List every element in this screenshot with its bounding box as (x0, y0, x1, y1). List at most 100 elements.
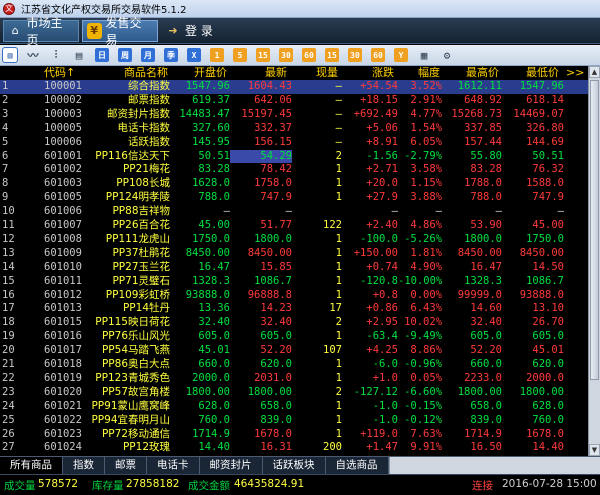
table-row[interactable]: 5 100006 话跃指数 145.95 156.15 — +8.91 6.05% 157.44… (0, 136, 588, 150)
week-button[interactable]: 周 (118, 48, 132, 62)
table-row[interactable]: 14 601010 PP27玉兰花 16.47 15.85 1 +0.74 4.90% 16.4… (0, 261, 588, 275)
cell-name: PP86奥白大点 (101, 358, 170, 370)
period-15b-button[interactable]: 15 (325, 48, 339, 62)
home-icon: ⌂ (11, 24, 19, 37)
season-button[interactable]: 季 (164, 48, 178, 62)
cell-code: 601019 (44, 371, 82, 384)
bottom-tab[interactable]: 话跃板块 (262, 457, 326, 474)
bottom-tab[interactable]: 指数 (63, 457, 105, 474)
cell-high: 52.20 (470, 344, 502, 357)
cell-open: 327.60 (192, 121, 230, 134)
table-row[interactable]: 6 601001 PP116信达天下 50.51 54.29 2 -1.56 -2.79% 55… (0, 149, 588, 164)
scroll-thumb[interactable] (590, 80, 599, 380)
col-pct[interactable]: 幅度 (418, 66, 440, 80)
bottom-tab[interactable]: 邮资封片 (199, 457, 263, 474)
cell-last: 642.06 (254, 93, 292, 106)
period-30b-button[interactable]: 30 (348, 48, 362, 62)
cell-percent: -0.12% (404, 413, 442, 426)
cell-percent: 3.88% (410, 191, 442, 204)
table-row[interactable]: 21 601018 PP86奥白大点 660.0 620.0 1 -6.0 -0.96% 660… (0, 358, 588, 372)
cell-high: 337.85 (464, 121, 502, 134)
bottom-tab[interactable]: 自选商品 (325, 457, 389, 474)
cell-low: 14.50 (532, 260, 564, 273)
cell-open: 45.01 (198, 344, 230, 357)
cell-change: +8.91 (366, 135, 398, 148)
sheet-icon[interactable]: ▦ (417, 48, 431, 62)
table-row[interactable]: 16 601012 PP109彩虹桥 93888.0 96888.8 1 +0.8 0.00%… (0, 289, 588, 303)
table-row[interactable]: 8 601003 PP108长城 1628.0 1758.0 1 +20.0 1.15% 178… (0, 177, 588, 191)
table-row[interactable]: 26 601023 PP72移动通信 1714.9 1678.0 1 +119.0 7.63%… (0, 428, 588, 442)
vertical-scrollbar[interactable]: ▲ ▼ (588, 66, 600, 456)
table-row[interactable]: 17 601013 PP14牡丹 13.36 14.23 17 +0.86 6.43% 14.6… (0, 302, 588, 316)
login-button[interactable]: ➜ 登 录 (161, 20, 223, 42)
cell-code: 601015 (44, 316, 82, 329)
table-row[interactable]: 27 601024 PP12玫瑰 14.40 16.31 200 +1.47 9.91% 16.… (0, 441, 588, 455)
col-code[interactable]: 代码↑ (44, 66, 75, 80)
cell-volume: 2 (335, 149, 342, 162)
period-15-button[interactable]: 15 (256, 48, 270, 62)
col-name[interactable]: 商品名称 (124, 66, 168, 80)
row-index: 24 (2, 399, 15, 412)
table-row[interactable]: 9 601005 PP124明孝陵 788.0 747.9 1 +27.9 3.88% 788.… (0, 191, 588, 205)
day-button[interactable]: 日 (95, 48, 109, 62)
cell-percent: 3.58% (410, 163, 442, 176)
col-high[interactable]: 最高价 (466, 66, 499, 80)
cell-low: 605.0 (532, 330, 564, 343)
stock-value: 27858182 (126, 478, 180, 490)
x-button[interactable]: X (187, 48, 201, 62)
table-row[interactable]: 11 601007 PP26百合花 45.00 51.77 122 +2.40 4.86% 53… (0, 219, 588, 233)
cell-percent: -9.49% (404, 330, 442, 343)
col-last[interactable]: 最新 (265, 66, 287, 80)
cell-last: 156.15 (254, 135, 292, 148)
table-row[interactable]: 7 601002 PP21梅花 83.28 78.42 1 +2.71 3.58% 83.28 7… (0, 163, 588, 177)
more-columns-button[interactable]: >> (566, 66, 584, 80)
cell-open: 145.95 (192, 135, 230, 148)
table-row[interactable]: 15 601011 PP71灵璧石 1328.3 1086.7 1 -120.8 -10.00… (0, 275, 588, 289)
table-row[interactable]: 3 100003 邮资封片指数 14483.47 15197.45 — +692.49 4.7… (0, 108, 588, 122)
table-row[interactable]: 19 601016 PP76乐山风光 605.0 605.0 1 -63.4 -9.49% 60… (0, 330, 588, 344)
y-button[interactable]: Y (394, 48, 408, 62)
period-30-button[interactable]: 30 (279, 48, 293, 62)
bottom-tab[interactable]: 电话卡 (147, 457, 200, 474)
col-open[interactable]: 开盘价 (194, 66, 227, 80)
col-chg[interactable]: 涨跌 (372, 66, 394, 80)
month-button[interactable]: 月 (141, 48, 155, 62)
col-low[interactable]: 最低价 (526, 66, 559, 80)
cell-name: PP71灵璧石 (112, 274, 170, 287)
table-row[interactable]: 23 601020 PP57故宫角楼 1800.00 1800.00 2 -127.12 -6… (0, 386, 588, 400)
col-vol[interactable]: 现量 (316, 66, 338, 80)
period-60b-button[interactable]: 60 (371, 48, 385, 62)
row-index: 9 (2, 191, 9, 204)
gear-icon[interactable]: ⚙ (440, 48, 454, 62)
cell-open: 14483.47 (179, 107, 230, 120)
table-row[interactable]: 12 601008 PP111龙虎山 1750.0 1800.0 1 -100.0 -5.26… (0, 233, 588, 247)
kline-chart-icon[interactable]: ▥ (2, 47, 18, 63)
quote-table[interactable]: 1 100001 综合指数 1547.96 1604.43— +54.54 3.52% 161… (0, 80, 588, 456)
scroll-up-icon[interactable]: ▲ (589, 66, 600, 78)
bottom-tab[interactable]: 邮票 (105, 457, 147, 474)
line-chart-icon[interactable]: 〰 (26, 48, 40, 62)
table-row[interactable]: 18 601015 PP115映日荷花 32.40 32.40 2 +2.95 10.02% 3… (0, 316, 588, 330)
period-5-button[interactable]: 5 (233, 48, 247, 62)
table-row[interactable]: 20 601017 PP54马踏飞燕 45.01 52.20 107 +4.25 8.86% 5… (0, 344, 588, 358)
list-icon[interactable]: ▤ (72, 48, 86, 62)
period-60-button[interactable]: 60 (302, 48, 316, 62)
cell-last: 658.0 (260, 399, 292, 412)
horizontal-scrollbar[interactable] (388, 457, 600, 474)
table-row[interactable]: 10 601006 PP88吉祥物 — — — — — — (0, 205, 588, 219)
period-1-button[interactable]: 1 (210, 48, 224, 62)
table-row[interactable]: 22 601019 PP123青城秀色 2000.0 2031.0 1 +1.0 0.05% 2… (0, 372, 588, 386)
row-index: 16 (2, 288, 15, 301)
table-row[interactable]: 1 100001 综合指数 1547.96 1604.43 — +54.54 3.52% 161… (0, 80, 588, 94)
scroll-down-icon[interactable]: ▼ (589, 444, 600, 456)
table-row[interactable]: 13 601009 PP37杜鹃花 8450.00 8450.00 1 +150.00 1.8… (0, 247, 588, 261)
table-row[interactable]: 25 601022 PP94宜春明月山 760.0 839.0 1 -1.0 -0.12% 83… (0, 414, 588, 428)
table-row[interactable]: 24 601021 PP91蒙山鹰窝峰 628.0 658.0 1 -1.0 -0.15% 65… (0, 400, 588, 414)
tab-market-home[interactable]: ⌂ 市场主页 (3, 16, 79, 47)
table-row[interactable]: 2 100002 邮票指数 619.37 642.06 — +18.15 2.91% 648.9… (0, 94, 588, 108)
row-index: 22 (2, 371, 15, 384)
candles-icon[interactable]: ⫶ (49, 48, 63, 62)
tab-issue-trade[interactable]: ¥ 发售交易 (82, 16, 158, 47)
table-row[interactable]: 4 100005 电话卡指数 327.60 332.37 — +5.06 1.54% 337.8… (0, 122, 588, 136)
bottom-tab[interactable]: 所有商品 (0, 457, 63, 474)
